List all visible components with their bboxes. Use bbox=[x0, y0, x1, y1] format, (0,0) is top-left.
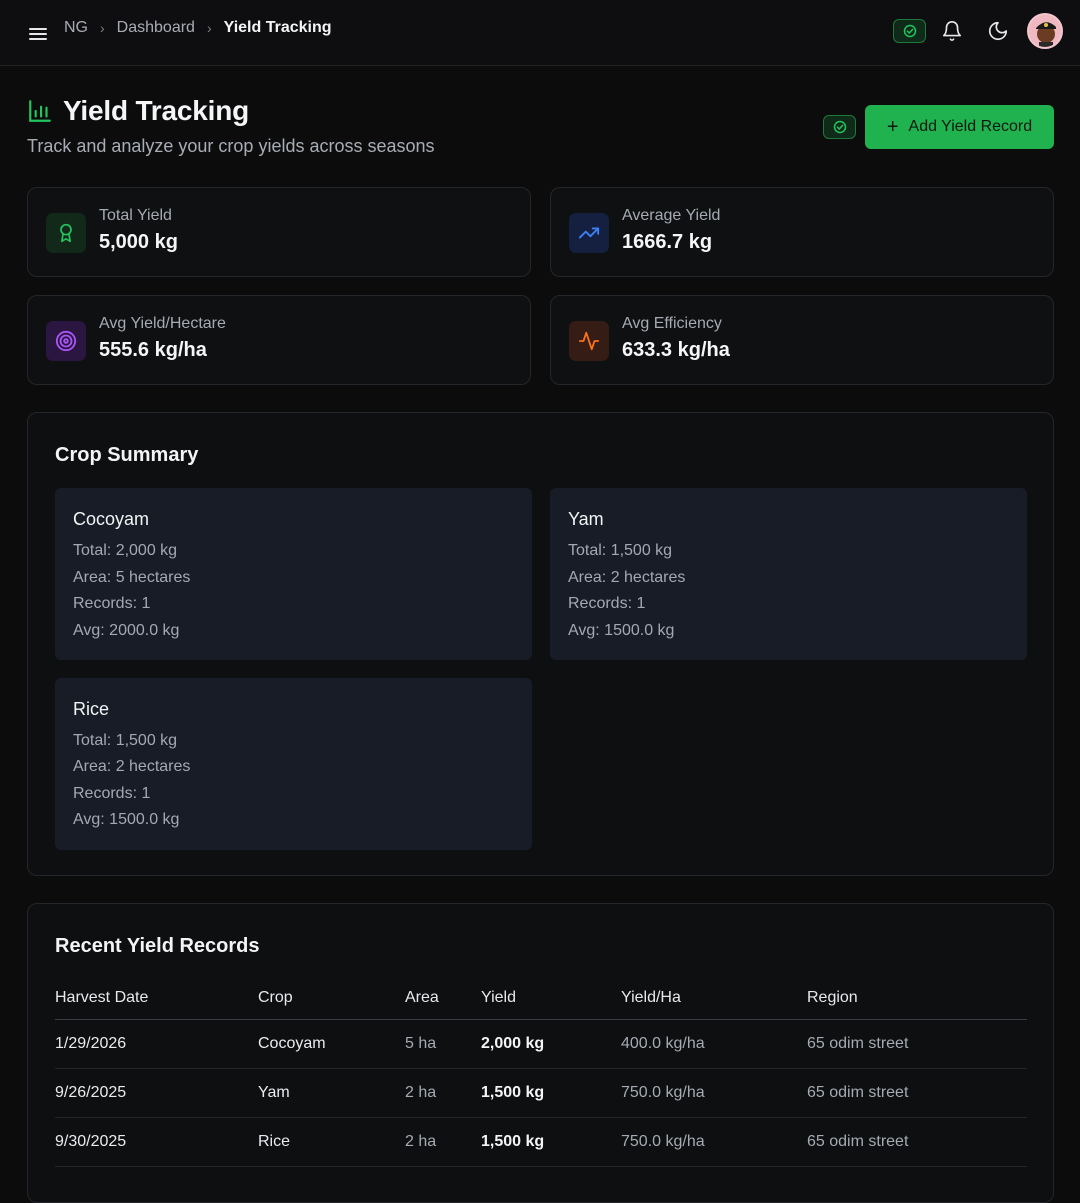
cell-region: 65 odim street bbox=[807, 1019, 1027, 1069]
crop-area: Area: 2 hectares bbox=[73, 758, 191, 775]
table-row[interactable]: 9/26/2025 Yam 2 ha 1,500 kg 750.0 kg/ha … bbox=[55, 1068, 1027, 1118]
target-icon bbox=[46, 321, 86, 361]
crop-summary-panel: Crop Summary Cocoyam Total: 2,000 kg Are… bbox=[27, 412, 1054, 876]
award-icon bbox=[46, 213, 86, 253]
chevron-right-icon: › bbox=[206, 20, 212, 36]
table-header-row: Harvest Date Crop Area Yield Yield/Ha Re… bbox=[55, 984, 1027, 1020]
crop-avg: Avg: 1500.0 kg bbox=[568, 622, 675, 639]
cell-harvest-date: 9/26/2025 bbox=[55, 1068, 258, 1118]
cell-area: 5 ha bbox=[405, 1019, 481, 1069]
online-status-badge[interactable] bbox=[823, 115, 856, 139]
breadcrumb-dashboard[interactable]: Dashboard bbox=[117, 19, 195, 37]
bar-chart-icon bbox=[29, 100, 51, 122]
plus-icon: + bbox=[886, 115, 899, 138]
moon-icon[interactable] bbox=[984, 17, 1012, 45]
crop-records: Records: 1 bbox=[73, 595, 151, 612]
crop-summary-title: Crop Summary bbox=[55, 444, 199, 466]
column-header: Harvest Date bbox=[55, 984, 258, 1020]
page-title-text: Yield Tracking bbox=[63, 95, 250, 126]
crop-name: Cocoyam bbox=[73, 509, 150, 529]
cell-region: 65 odim street bbox=[807, 1117, 1027, 1167]
column-header: Crop bbox=[258, 984, 405, 1020]
cell-yield-per-ha: 750.0 kg/ha bbox=[621, 1068, 807, 1118]
crop-name: Yam bbox=[568, 509, 604, 529]
column-header: Yield bbox=[481, 984, 621, 1020]
top-bar: NG › Dashboard › Yield Tracking bbox=[0, 0, 1080, 66]
stat-card-average-yield: Average Yield 1666.7 kg bbox=[550, 187, 1054, 277]
crop-card-cocoyam: Cocoyam Total: 2,000 kg Area: 5 hectares… bbox=[55, 488, 532, 660]
table-row[interactable]: 9/30/2025 Rice 2 ha 1,500 kg 750.0 kg/ha… bbox=[55, 1117, 1027, 1167]
cell-yield: 1,500 kg bbox=[481, 1068, 621, 1118]
stat-card-avg-efficiency: Avg Efficiency 633.3 kg/ha bbox=[550, 295, 1054, 385]
column-header: Area bbox=[405, 984, 481, 1020]
stat-card-avg-yield-hectare: Avg Yield/Hectare 555.6 kg/ha bbox=[27, 295, 531, 385]
cell-crop: Rice bbox=[258, 1117, 405, 1167]
stat-label: Avg Efficiency bbox=[622, 315, 722, 332]
check-circle-icon bbox=[833, 120, 846, 134]
activity-icon bbox=[569, 321, 609, 361]
avatar[interactable] bbox=[1027, 13, 1063, 49]
cell-yield-per-ha: 400.0 kg/ha bbox=[621, 1019, 807, 1069]
cell-harvest-date: 1/29/2026 bbox=[55, 1019, 258, 1069]
cell-crop: Cocoyam bbox=[258, 1019, 405, 1069]
column-header: Yield/Ha bbox=[621, 984, 807, 1020]
stat-label: Total Yield bbox=[99, 207, 172, 224]
crop-card-yam: Yam Total: 1,500 kg Area: 2 hectares Rec… bbox=[550, 488, 1027, 660]
crop-card-rice: Rice Total: 1,500 kg Area: 2 hectares Re… bbox=[55, 678, 532, 850]
page-title: Yield Tracking bbox=[27, 95, 249, 127]
records-table: Harvest Date Crop Area Yield Yield/Ha Re… bbox=[55, 984, 1027, 1167]
crop-avg: Avg: 1500.0 kg bbox=[73, 811, 180, 828]
cell-yield-per-ha: 750.0 kg/ha bbox=[621, 1117, 807, 1167]
cell-yield: 1,500 kg bbox=[481, 1117, 621, 1167]
trending-up-icon bbox=[569, 213, 609, 253]
cell-region: 65 odim street bbox=[807, 1068, 1027, 1118]
crop-records: Records: 1 bbox=[73, 785, 151, 802]
breadcrumb-root[interactable]: NG bbox=[64, 19, 88, 37]
stat-value: 1666.7 kg bbox=[622, 231, 713, 253]
stat-label: Avg Yield/Hectare bbox=[99, 315, 226, 332]
sync-status-badge[interactable] bbox=[893, 19, 926, 43]
menu-icon[interactable] bbox=[26, 22, 50, 46]
bell-icon[interactable] bbox=[938, 17, 966, 45]
add-yield-record-button[interactable]: + Add Yield Record bbox=[865, 105, 1054, 149]
crop-total: Total: 1,500 kg bbox=[73, 732, 178, 749]
breadcrumb: NG › Dashboard › Yield Tracking bbox=[64, 19, 332, 37]
crop-total: Total: 2,000 kg bbox=[73, 542, 178, 559]
crop-records: Records: 1 bbox=[568, 595, 646, 612]
cell-area: 2 ha bbox=[405, 1117, 481, 1167]
cell-yield: 2,000 kg bbox=[481, 1019, 621, 1069]
crop-name: Rice bbox=[73, 699, 110, 719]
breadcrumb-current: Yield Tracking bbox=[223, 19, 332, 36]
check-circle-icon bbox=[903, 24, 916, 38]
crop-total: Total: 1,500 kg bbox=[568, 542, 673, 559]
column-header: Region bbox=[807, 984, 1027, 1020]
chevron-right-icon: › bbox=[100, 20, 105, 36]
page-subtitle: Track and analyze your crop yields acros… bbox=[27, 136, 435, 156]
stat-label: Average Yield bbox=[622, 207, 721, 224]
cell-harvest-date: 9/30/2025 bbox=[55, 1117, 258, 1167]
stat-value: 555.6 kg/ha bbox=[99, 339, 207, 361]
recent-records-title: Recent Yield Records bbox=[55, 935, 260, 957]
stat-value: 633.3 kg/ha bbox=[622, 339, 730, 361]
cell-area: 2 ha bbox=[405, 1068, 481, 1118]
stat-card-total-yield: Total Yield 5,000 kg bbox=[27, 187, 531, 277]
crop-avg: Avg: 2000.0 kg bbox=[73, 622, 180, 639]
table-row[interactable]: 1/29/2026 Cocoyam 5 ha 2,000 kg 400.0 kg… bbox=[55, 1019, 1027, 1069]
cell-crop: Yam bbox=[258, 1068, 405, 1118]
crop-area: Area: 2 hectares bbox=[568, 569, 686, 586]
stat-value: 5,000 kg bbox=[99, 231, 178, 253]
crop-area: Area: 5 hectares bbox=[73, 569, 191, 586]
recent-records-panel: Recent Yield Records Harvest Date Crop A… bbox=[27, 903, 1054, 1203]
